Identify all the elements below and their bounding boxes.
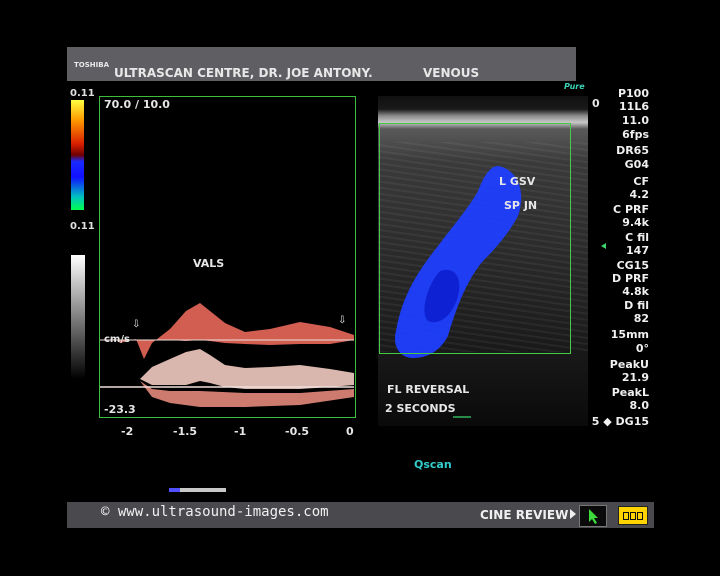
cine-progress-bar[interactable] [169,488,226,492]
param-19: PeakU [609,358,649,371]
x-tick-3: -0.5 [285,425,310,438]
param-3: 6fps [622,128,649,141]
pointer-tool-button[interactable] [579,505,607,527]
param-10: C fil [625,231,649,244]
param-17: 15mm [610,328,649,341]
grayscale-bar [71,255,85,379]
param-14: 4.8k [622,285,649,298]
footer-bar: © www.ultrasound-images.com CINE REVIEW [67,502,654,528]
param-5: G04 [624,158,649,171]
color-scale-bottom-label: 0.11 [70,221,95,232]
header-bar: TOSHIBA ULTRASCAN CENTRE, DR. JOE ANTONY… [67,47,576,81]
param-1: 11L6 [619,100,649,113]
doppler-min-value: -23.3 [104,403,136,416]
param-7: 4.2 [629,188,650,201]
cine-loop-button[interactable] [618,506,648,525]
param-0: P100 [617,87,649,100]
junction-label: SP JN [504,199,538,212]
color-scale-velocity-bar [71,100,84,210]
doppler-unit: cm/s [104,334,130,345]
spectral-waveform: ⇩ ⇩ [100,303,354,407]
color-scale-top-label: 0.11 [70,88,95,99]
svg-text:⇩: ⇩ [132,319,140,330]
param-last-prefix: 5 [591,415,600,428]
x-tick-4: 0 [346,425,354,438]
clinic-name: ULTRASCAN CENTRE, DR. JOE ANTONY. [114,66,373,80]
param-20: 21.9 [621,371,649,384]
param-2: 11.0 [621,114,649,127]
param-4: DR65 [616,144,649,157]
param-13: D PRF [611,272,649,285]
brand-label: TOSHIBA [74,61,109,69]
param-11: 147 [626,244,649,257]
cine-review-arrow-icon [570,509,576,519]
annotation-duration: 2 SECONDS [385,402,456,415]
x-tick-1: -1.5 [173,425,198,438]
qscan-label: Qscan [414,458,452,471]
svg-text:⇩: ⇩ [338,315,346,326]
cine-progress-fill [169,488,180,492]
cine-frame-icon-2 [630,512,636,520]
copyright-text: © www.ultrasound-images.com [101,504,329,520]
param-last: 5 ◆ DG15 [591,415,649,428]
param-21: PeakL [611,386,649,399]
param-6: CF [633,175,649,188]
doppler-label: VALS [193,257,225,270]
param-22: 8.0 [629,399,650,412]
param-last-value: DG15 [615,415,649,428]
param-18: 0° [635,342,649,355]
parameter-list: P100 11L6 11.0 6fps DR65 G04 CF 4.2 C PR… [587,87,652,432]
param-15: D fil [624,299,649,312]
vessel-label: L GSV [499,175,536,188]
cine-frame-icon-3 [637,512,643,520]
exam-preset: VENOUS [423,66,480,80]
annotation-fl-reversal: FL REVERSAL [387,383,470,396]
color-roi-box [379,123,571,354]
param-8: C PRF [613,203,649,216]
param-9: 9.4k [622,216,649,229]
x-tick-0: -2 [121,425,134,438]
pointer-arrow-icon [589,509,598,524]
pure-logo: Pure [564,82,585,91]
ultrasound-screen: TOSHIBA ULTRASCAN CENTRE, DR. JOE ANTONY… [67,47,654,528]
x-tick-2: -1 [234,425,247,438]
time-marker [453,416,471,418]
param-12: CG15 [616,259,649,272]
param-16: 82 [633,312,649,325]
cine-review-label: CINE REVIEW [480,508,569,522]
cine-frame-icon-1 [623,512,629,520]
